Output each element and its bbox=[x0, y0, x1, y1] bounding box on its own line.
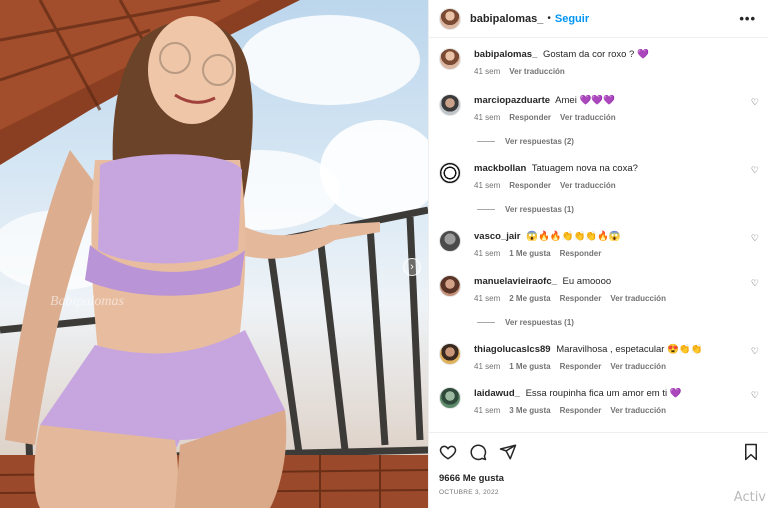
post-date[interactable]: OCTUBRE 3, 2022 bbox=[439, 489, 759, 496]
comment-text: Amei bbox=[555, 95, 577, 106]
avatar[interactable] bbox=[439, 162, 461, 184]
comment-username[interactable]: thiagolucaslcs89 bbox=[474, 344, 551, 355]
comment-username[interactable]: marciopazduarte bbox=[474, 95, 550, 106]
comment-item: mackbollan Tatuagem nova na coxa? 41 sem… bbox=[439, 162, 759, 190]
comment-item: manuelavieiraofc_ Eu amoooo 41 sem 2 Me … bbox=[439, 275, 759, 303]
caption: babipalomas_ Gostam da cor roxo ? 💜 41 s… bbox=[439, 48, 759, 76]
comment-time[interactable]: 41 sem bbox=[474, 181, 500, 190]
photo-illustration: Babipalomas bbox=[0, 0, 428, 508]
chevron-right-icon[interactable]: › bbox=[403, 258, 421, 276]
comment-time[interactable]: 41 sem bbox=[474, 294, 500, 303]
view-replies-button[interactable]: Ver respuestas (1) bbox=[477, 318, 574, 327]
see-translation-button[interactable]: Ver traducción bbox=[509, 67, 565, 76]
comment-emoji: 💜💜💜 bbox=[579, 95, 615, 106]
reply-button[interactable]: Responder bbox=[560, 249, 602, 258]
more-options-icon[interactable]: ••• bbox=[739, 11, 756, 26]
post-actions: 9666 Me gusta OCTUBRE 3, 2022 bbox=[429, 432, 768, 496]
avatar[interactable] bbox=[439, 343, 461, 365]
comment-likes[interactable]: 1 Me gusta bbox=[509, 362, 550, 371]
comment-item: thiagolucaslcs89 Maravilhosa , espetacul… bbox=[439, 343, 759, 371]
heart-icon[interactable]: ♡ bbox=[751, 346, 759, 357]
heart-icon[interactable]: ♡ bbox=[751, 278, 759, 289]
replies-divider bbox=[477, 209, 495, 210]
photo-watermark: Babipalomas bbox=[50, 294, 124, 309]
comment-text: Tatuagem nova na coxa? bbox=[531, 163, 638, 174]
comment-likes[interactable]: 3 Me gusta bbox=[509, 406, 550, 415]
heart-icon[interactable] bbox=[439, 443, 457, 461]
comment-emoji: 💜 bbox=[669, 388, 682, 399]
comment-username[interactable]: mackbollan bbox=[474, 163, 526, 174]
comment-emoji: 💜 bbox=[637, 49, 649, 60]
header-username[interactable]: babipalomas_ bbox=[470, 13, 543, 25]
bookmark-icon[interactable] bbox=[743, 443, 759, 461]
reply-button[interactable]: Responder bbox=[509, 113, 551, 122]
comment-emoji: 😍👏👏 bbox=[667, 344, 703, 355]
comment-time[interactable]: 41 sem bbox=[474, 67, 500, 76]
comment-time[interactable]: 41 sem bbox=[474, 249, 500, 258]
view-replies-button[interactable]: Ver respuestas (2) bbox=[477, 137, 574, 146]
see-translation-button[interactable]: Ver traducción bbox=[610, 294, 666, 303]
comment-likes[interactable]: 2 Me gusta bbox=[509, 294, 550, 303]
post-side-panel: babipalomas_ • Seguir ••• babipalomas_ G… bbox=[428, 0, 768, 508]
avatar[interactable] bbox=[439, 94, 461, 116]
heart-icon[interactable]: ♡ bbox=[751, 390, 759, 401]
avatar[interactable] bbox=[439, 275, 461, 297]
heart-icon[interactable]: ♡ bbox=[751, 165, 759, 176]
comment-text: Gostam da cor roxo ? bbox=[543, 49, 635, 60]
comment-text: Essa roupinha fica um amor em ti bbox=[525, 388, 668, 399]
likes-count[interactable]: 9666 Me gusta bbox=[439, 473, 759, 484]
reply-button[interactable]: Responder bbox=[560, 406, 602, 415]
comment-text: Eu amoooo bbox=[562, 276, 612, 287]
comment-time[interactable]: 41 sem bbox=[474, 113, 500, 122]
reply-button[interactable]: Responder bbox=[560, 362, 602, 371]
avatar[interactable] bbox=[439, 7, 461, 30]
activation-watermark: Activ bbox=[733, 490, 766, 505]
comment-time[interactable]: 41 sem bbox=[474, 362, 500, 371]
comment-username[interactable]: laidawud_ bbox=[474, 388, 520, 399]
view-replies-label: Ver respuestas (1) bbox=[505, 205, 574, 214]
view-replies-button[interactable]: Ver respuestas (1) bbox=[477, 205, 574, 214]
post-photo[interactable]: Babipalomas › bbox=[0, 0, 428, 508]
avatar[interactable] bbox=[439, 48, 461, 70]
reply-button[interactable]: Responder bbox=[509, 181, 551, 190]
reply-button[interactable]: Responder bbox=[560, 294, 602, 303]
comment-item: marciopazduarte Amei 💜💜💜 41 sem Responde… bbox=[439, 94, 759, 122]
follow-button[interactable]: Seguir bbox=[555, 13, 589, 25]
see-translation-button[interactable]: Ver traducción bbox=[560, 113, 616, 122]
see-translation-button[interactable]: Ver traducción bbox=[610, 406, 666, 415]
avatar[interactable] bbox=[439, 230, 461, 252]
comment-text: Maravilhosa , espetacular bbox=[556, 344, 665, 355]
view-replies-label: Ver respuestas (1) bbox=[505, 318, 574, 327]
comment-username[interactable]: manuelavieiraofc_ bbox=[474, 276, 557, 287]
avatar[interactable] bbox=[439, 387, 461, 409]
header-separator: • bbox=[547, 13, 551, 24]
replies-divider bbox=[477, 322, 495, 323]
heart-icon[interactable]: ♡ bbox=[751, 233, 759, 244]
comment-username[interactable]: babipalomas_ bbox=[474, 49, 537, 60]
post-header: babipalomas_ • Seguir ••• bbox=[429, 0, 768, 38]
comment-time[interactable]: 41 sem bbox=[474, 406, 500, 415]
see-translation-button[interactable]: Ver traducción bbox=[610, 362, 666, 371]
comment-item: vasco_jair 😱🔥🔥👏👏👏🔥😱 41 sem 1 Me gusta Re… bbox=[439, 230, 759, 258]
view-replies-label: Ver respuestas (2) bbox=[505, 137, 574, 146]
comments-list[interactable]: babipalomas_ Gostam da cor roxo ? 💜 41 s… bbox=[429, 40, 768, 432]
comment-item: laidawud_ Essa roupinha fica um amor em … bbox=[439, 387, 759, 415]
share-icon[interactable] bbox=[499, 443, 517, 461]
replies-divider bbox=[477, 141, 495, 142]
comment-likes[interactable]: 1 Me gusta bbox=[509, 249, 550, 258]
see-translation-button[interactable]: Ver traducción bbox=[560, 181, 616, 190]
comment-emoji: 😱🔥🔥👏👏👏🔥😱 bbox=[526, 231, 621, 242]
action-icons bbox=[439, 441, 759, 463]
comment-icon[interactable] bbox=[469, 443, 487, 461]
comment-username[interactable]: vasco_jair bbox=[474, 231, 520, 242]
heart-icon[interactable]: ♡ bbox=[751, 97, 759, 108]
